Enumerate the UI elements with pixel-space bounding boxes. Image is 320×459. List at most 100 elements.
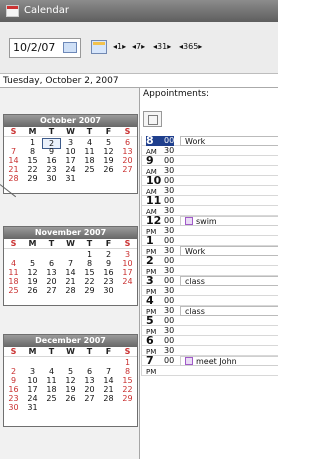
- window-title: Calendar: [24, 5, 69, 16]
- appointments-title: Appointments:: [143, 89, 210, 99]
- appointment-item[interactable]: Work: [180, 136, 278, 146]
- minute-label: 00: [164, 156, 175, 165]
- time-slot[interactable]: 7 00 meet John: [141, 355, 278, 366]
- time-slot[interactable]: AM 30: [141, 186, 278, 196]
- time-slot[interactable]: PM 30: [141, 266, 278, 276]
- time-label: 2 00: [146, 255, 175, 266]
- today-button[interactable]: [143, 111, 162, 127]
- minute-label: 30: [164, 346, 175, 355]
- minute-label: 30: [164, 326, 175, 335]
- time-slot[interactable]: 3 00 class: [141, 275, 278, 286]
- appointment-item[interactable]: Work: [180, 246, 278, 256]
- time-label: 10 00: [146, 175, 175, 186]
- time-slot[interactable]: 9 00: [141, 155, 278, 166]
- time-label: 8 00: [146, 135, 174, 146]
- month-title: December 2007: [4, 335, 137, 347]
- next-arrow-icon: ▸: [141, 42, 146, 51]
- minute-label: 00: [164, 216, 175, 225]
- appointment-label: swim: [196, 217, 217, 226]
- month-november-2007: November 2007 SMTWTFS 123 4 5 6 7 8 9 10 11 12 1…: [3, 226, 138, 306]
- time-label: 5 00: [146, 315, 175, 326]
- calendar-app-icon: [6, 5, 19, 17]
- time-slot[interactable]: AM 30: [141, 206, 278, 216]
- nav-1-day[interactable]: ◂1▸: [113, 41, 126, 53]
- time-slot[interactable]: 12 00 swim: [141, 215, 278, 226]
- calendar-window: Calendar 10/2/07 ◂1▸ ◂7▸ ◂31▸ ◂365▸ Tues…: [0, 0, 278, 459]
- time-slot[interactable]: PM 30: [141, 286, 278, 296]
- weekday-header: SMTWTFS: [4, 127, 137, 137]
- time-slot[interactable]: 4 00: [141, 295, 278, 306]
- nav-365-days[interactable]: ◂365▸: [179, 41, 202, 53]
- time-slot[interactable]: 11 00: [141, 195, 278, 206]
- minute-label: 30: [164, 206, 175, 215]
- time-slot[interactable]: PM: [141, 366, 278, 376]
- time-slot[interactable]: 6 00: [141, 335, 278, 346]
- next-arrow-icon: ▸: [198, 42, 203, 51]
- minute-label: 00: [164, 276, 175, 285]
- time-label: PM: [146, 366, 174, 376]
- appointment-label: class: [185, 307, 205, 316]
- next-arrow-icon: ▸: [167, 42, 172, 51]
- minute-label: 00: [164, 176, 175, 185]
- nav-31-days[interactable]: ◂31▸: [153, 41, 171, 53]
- time-label: 9 00: [146, 155, 175, 166]
- minute-label: 30: [164, 226, 175, 235]
- minute-label: 00: [164, 316, 175, 325]
- minute-label: 30: [164, 166, 175, 175]
- time-slot[interactable]: 1 00: [141, 235, 278, 246]
- time-label: 3 00: [146, 275, 175, 286]
- today-view-icon[interactable]: [91, 40, 107, 54]
- month-title: November 2007: [4, 227, 137, 239]
- time-label: 11 00: [146, 195, 175, 206]
- minute-label: 30: [164, 146, 175, 155]
- time-slot[interactable]: PM 30 Work: [141, 246, 278, 256]
- title-bar: Calendar: [0, 0, 278, 22]
- time-slot[interactable]: PM 30 class: [141, 306, 278, 316]
- appointment-item[interactable]: swim: [180, 216, 278, 226]
- minute-label: 30: [164, 246, 175, 255]
- minute-label: 30: [164, 286, 175, 295]
- nav-7-days[interactable]: ◂7▸: [132, 41, 145, 53]
- appointment-item[interactable]: meet John: [180, 356, 278, 366]
- weekday-header: SMTWTFS: [4, 347, 137, 357]
- time-slot[interactable]: PM 30: [141, 226, 278, 236]
- appointment-label: meet John: [196, 357, 237, 366]
- appointment-label: class: [185, 277, 205, 286]
- selected-date: Tuesday, October 2, 2007: [0, 74, 278, 88]
- time-slot[interactable]: AM 30: [141, 146, 278, 156]
- appointment-item[interactable]: class: [180, 306, 278, 316]
- time-label: 7 00: [146, 355, 175, 366]
- time-slot[interactable]: 10 00: [141, 175, 278, 186]
- appointments-pane: Appointments: 8 00 Work AM 30 9 00 AM 30 10 00 AM 30…: [141, 88, 278, 459]
- appointment-label: Work: [185, 247, 206, 256]
- alarm-icon: [185, 217, 193, 225]
- minute-label: 00: [164, 196, 175, 205]
- minute-label: 00: [164, 236, 175, 245]
- time-label: 6 00: [146, 335, 175, 346]
- appointment-label: Work: [185, 137, 206, 146]
- minute-label: 00: [164, 336, 175, 345]
- calendar-picker-icon[interactable]: [63, 42, 77, 53]
- weekday-header: SMTWTFS: [4, 239, 137, 249]
- time-label: 4 00: [146, 295, 175, 306]
- minute-label: 00: [164, 356, 175, 365]
- mini-calendar-pane: October 2007 SMTWTFS 123456 7 8 9 10 11 12 13 …: [0, 88, 140, 459]
- time-slot[interactable]: 8 00 Work: [141, 135, 278, 146]
- minute-label: 30: [164, 266, 175, 275]
- time-label: 1 00: [146, 235, 175, 246]
- month-october-2007: October 2007 SMTWTFS 123456 7 8 9 10 11 12 13 …: [3, 114, 138, 194]
- minute-label: 30: [164, 186, 175, 195]
- time-slot[interactable]: AM 30: [141, 166, 278, 176]
- time-slot[interactable]: 2 00: [141, 255, 278, 266]
- toolbar: 10/2/07 ◂1▸ ◂7▸ ◂31▸ ◂365▸: [0, 22, 278, 74]
- minute-label: 00: [164, 256, 175, 265]
- date-field[interactable]: 10/2/07: [9, 38, 81, 58]
- time-slot[interactable]: PM 30: [141, 346, 278, 356]
- month-december-2007: December 2007 SMTWTFS 1 2345678 9 10 11 12 1…: [3, 334, 138, 427]
- date-value: 10/2/07: [13, 41, 56, 54]
- next-arrow-icon: ▸: [122, 42, 127, 51]
- time-slot[interactable]: PM 30: [141, 326, 278, 336]
- minute-label: 00: [164, 296, 175, 305]
- time-slot[interactable]: 5 00: [141, 315, 278, 326]
- appointment-item[interactable]: class: [180, 276, 278, 286]
